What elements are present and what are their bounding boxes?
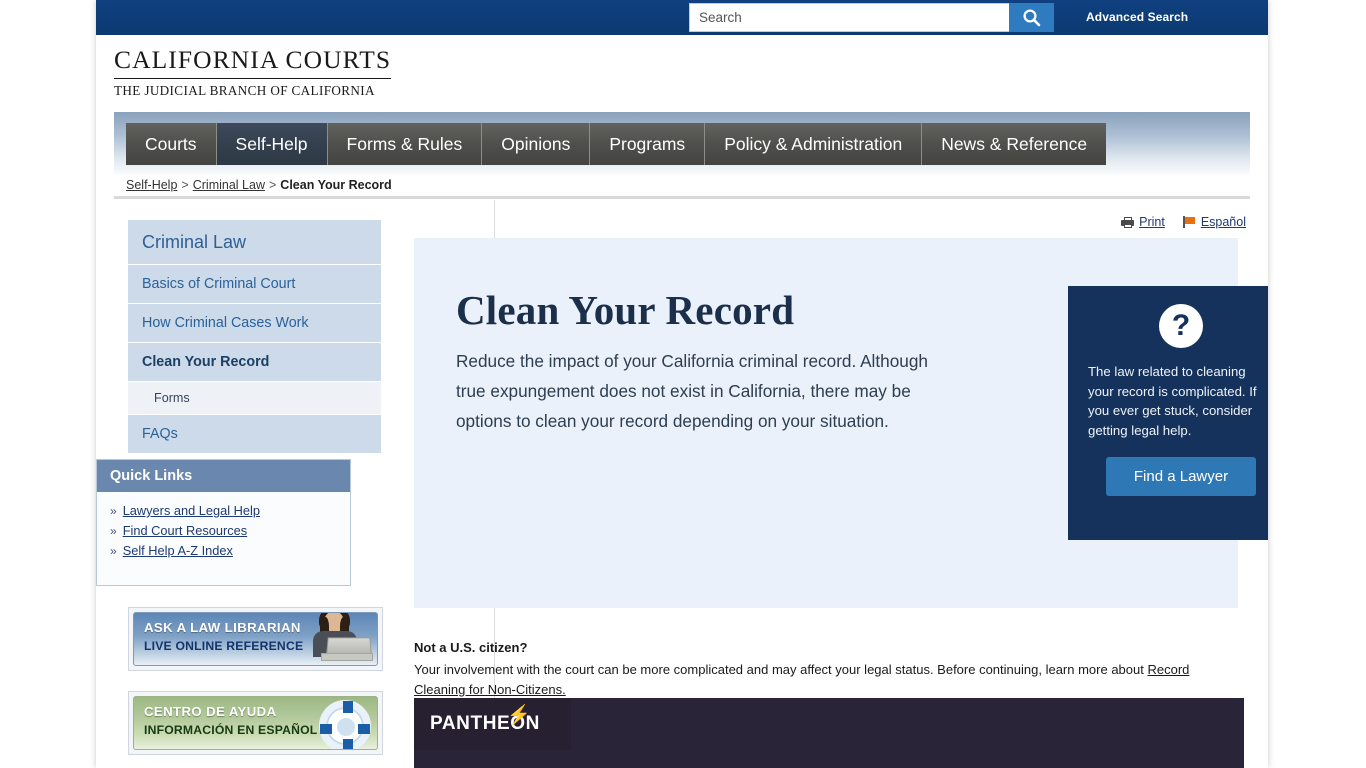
main-navigation: Courts Self-Help Forms & Rules Opinions Prog…	[126, 123, 1107, 165]
promo-librarian-line2: LIVE ONLINE REFERENCE	[144, 639, 304, 653]
nav-item-forms-rules[interactable]: Forms & Rules	[327, 123, 483, 165]
nav-item-courts[interactable]: Courts	[126, 123, 217, 165]
pantheon-wordmark: PANTHEON ⚡	[430, 706, 540, 735]
quick-link-self-help-a-z-index[interactable]: Self Help A-Z Index	[123, 543, 233, 558]
breadcrumb-divider	[114, 196, 1250, 199]
life-ring-icon	[319, 700, 371, 749]
nav-item-opinions[interactable]: Opinions	[482, 123, 591, 165]
non-citizen-body-text: Your involvement with the court can be m…	[414, 662, 1148, 677]
pantheon-banner: PANTHEON ⚡	[414, 698, 1244, 768]
sidebar-title: Criminal Law	[128, 220, 381, 265]
chevron-bullet-icon: »	[110, 524, 117, 538]
non-citizen-heading: Not a U.S. citizen?	[414, 640, 528, 655]
promo-ask-a-law-librarian[interactable]: ASK A LAW LIBRARIAN LIVE ONLINE REFERENC…	[128, 607, 383, 671]
page-container: Advanced Search CALIFORNIA COURTS THE JU…	[96, 0, 1268, 768]
breadcrumb-item-criminal-law[interactable]: Criminal Law	[193, 178, 265, 192]
quick-link-row: » Lawyers and Legal Help	[110, 503, 337, 518]
find-a-lawyer-button[interactable]: Find a Lawyer	[1106, 457, 1256, 496]
quick-link-row: » Self Help A-Z Index	[110, 543, 337, 558]
quick-link-find-court-resources[interactable]: Find Court Resources	[123, 523, 247, 538]
breadcrumb: Self-Help > Criminal Law > Clean Your Record	[126, 178, 392, 192]
quick-links-header: Quick Links	[97, 460, 350, 492]
logo-primary-text: CALIFORNIA COURTS	[114, 47, 392, 79]
chevron-bullet-icon: »	[110, 504, 117, 518]
print-label: Print	[1139, 215, 1165, 229]
chevron-bullet-icon: »	[110, 544, 117, 558]
search-area	[689, 3, 1054, 32]
promo-ask-a-law-librarian-inner: ASK A LAW LIBRARIAN LIVE ONLINE REFERENC…	[133, 612, 378, 666]
top-utility-bar: Advanced Search	[96, 0, 1268, 35]
legal-help-callout: ? The law related to cleaning your recor…	[1068, 286, 1268, 540]
page-title: Clean Your Record	[456, 287, 795, 333]
non-citizen-notice: Not a U.S. citizen? Your involvement wit…	[414, 640, 1244, 700]
sidebar-item-basics-of-criminal-court[interactable]: Basics of Criminal Court	[128, 265, 381, 304]
pantheon-logo-tile[interactable]: PANTHEON ⚡	[414, 698, 571, 750]
logo-secondary-text: THE JUDICIAL BRANCH OF CALIFORNIA	[114, 82, 375, 98]
nav-item-programs[interactable]: Programs	[590, 123, 706, 165]
breadcrumb-item-clean-your-record: Clean Your Record	[280, 178, 392, 192]
question-mark-icon: ?	[1159, 304, 1203, 348]
quick-links-list: » Lawyers and Legal Help » Find Court Resou…	[97, 492, 350, 585]
sidebar-item-clean-your-record[interactable]: Clean Your Record	[128, 343, 381, 382]
main-nav-background: Courts Self-Help Forms & Rules Opinions Prog…	[114, 112, 1250, 175]
search-submit-button[interactable]	[1009, 3, 1054, 32]
breadcrumb-separator: >	[181, 178, 189, 192]
hero-description: Reduce the impact of your California cri…	[456, 351, 928, 431]
breadcrumb-item-self-help[interactable]: Self-Help	[126, 178, 177, 192]
sidebar-item-forms[interactable]: Forms	[128, 382, 381, 415]
sidebar-item-how-criminal-cases-work[interactable]: How Criminal Cases Work	[128, 304, 381, 343]
promo-centro-line2: INFORMACIÓN EN ESPAÑOL	[144, 723, 318, 737]
promo-centro-line1: CENTRO DE AYUDA	[144, 704, 277, 719]
promo-centro-de-ayuda-inner: CENTRO DE AYUDA INFORMACIÓN EN ESPAÑOL	[133, 696, 378, 750]
advanced-search-link[interactable]: Advanced Search	[1086, 10, 1188, 24]
sidebar-navigation: Criminal Law Basics of Criminal Court How…	[128, 220, 381, 454]
nav-item-self-help[interactable]: Self-Help	[216, 123, 328, 165]
printer-icon	[1121, 216, 1135, 228]
quick-link-lawyers-and-legal-help[interactable]: Lawyers and Legal Help	[123, 503, 260, 518]
espanol-link[interactable]: Español	[1182, 215, 1246, 229]
sidebar-item-faqs[interactable]: FAQs	[128, 415, 381, 454]
page-utility-links: Print Español	[1121, 215, 1246, 229]
promo-librarian-line1: ASK A LAW LIBRARIAN	[144, 620, 301, 635]
search-input[interactable]	[689, 3, 1009, 32]
quick-link-row: » Find Court Resources	[110, 523, 337, 538]
breadcrumb-separator: >	[268, 178, 277, 192]
promo-centro-de-ayuda[interactable]: CENTRO DE AYUDA INFORMACIÓN EN ESPAÑOL	[128, 691, 383, 755]
flag-icon	[1182, 216, 1196, 228]
quick-links-panel: Quick Links » Lawyers and Legal Help » Find…	[96, 459, 351, 586]
librarian-photo-icon	[305, 613, 373, 665]
search-icon	[1023, 9, 1041, 27]
nav-item-policy-administration[interactable]: Policy & Administration	[705, 123, 923, 165]
lightning-bolt-icon: ⚡	[507, 705, 532, 726]
non-citizen-body: Your involvement with the court can be m…	[414, 660, 1244, 700]
espanol-label: Español	[1200, 215, 1246, 229]
print-link[interactable]: Print	[1121, 215, 1165, 229]
hero-section: Clean Your Record Reduce the impact of y…	[414, 238, 1268, 608]
legal-help-text: The law related to cleaning your record …	[1088, 364, 1257, 438]
site-logo[interactable]: CALIFORNIA COURTS THE JUDICIAL BRANCH OF…	[114, 47, 392, 99]
nav-item-news-reference[interactable]: News & Reference	[922, 123, 1107, 165]
